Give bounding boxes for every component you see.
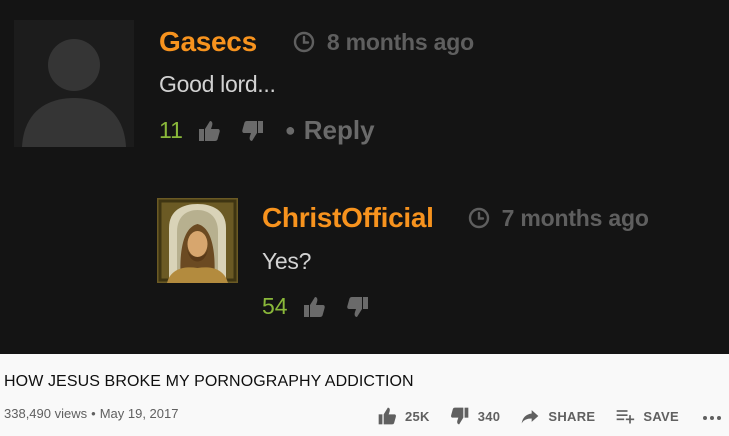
thumbs-down-icon[interactable] bbox=[241, 119, 265, 143]
dislike-count: 340 bbox=[477, 408, 501, 424]
jesus-portrait-icon bbox=[157, 198, 238, 283]
share-arrow-icon bbox=[520, 406, 540, 426]
username[interactable]: ChristOfficial bbox=[262, 202, 434, 234]
comment-thread: Gasecs 8 months ago Good lord... 11 ● Re… bbox=[0, 0, 729, 354]
share-button[interactable]: SHARE bbox=[520, 406, 595, 426]
comment-header: ChristOfficial 7 months ago bbox=[262, 202, 722, 234]
thumbs-down-icon[interactable] bbox=[346, 295, 370, 319]
avatar[interactable] bbox=[14, 20, 134, 147]
avatar[interactable] bbox=[157, 198, 238, 283]
thumbs-up-icon[interactable] bbox=[197, 119, 221, 143]
like-count: 54 bbox=[262, 293, 288, 319]
comment-actions: 54 bbox=[262, 293, 722, 320]
more-actions-icon[interactable] bbox=[701, 406, 723, 426]
timestamp-text: 7 months ago bbox=[501, 204, 649, 231]
thumbs-up-icon[interactable] bbox=[302, 295, 326, 319]
save-button[interactable]: SAVE bbox=[615, 406, 679, 426]
timestamp: 7 months ago bbox=[468, 205, 649, 232]
thumbs-up-icon bbox=[377, 406, 397, 426]
playlist-add-icon bbox=[615, 406, 635, 426]
like-button[interactable]: 25K bbox=[377, 406, 430, 426]
meta-separator: • bbox=[91, 406, 96, 421]
thumbs-down-icon bbox=[450, 406, 470, 426]
reply-button[interactable]: Reply bbox=[304, 115, 375, 146]
like-count: 25K bbox=[405, 408, 430, 424]
separator-dot: ● bbox=[284, 120, 296, 140]
default-user-icon bbox=[14, 20, 134, 147]
comment-text: Yes? bbox=[262, 248, 312, 274]
video-info: HOW JESUS BROKE MY PORNOGRAPHY ADDICTION… bbox=[0, 354, 729, 436]
comment-body: Gasecs 8 months ago Good lord... 11 ● Re… bbox=[159, 26, 719, 146]
save-label: SAVE bbox=[643, 408, 679, 424]
share-label: SHARE bbox=[548, 408, 596, 424]
like-count: 11 bbox=[159, 117, 183, 143]
timestamp-text: 8 months ago bbox=[326, 28, 474, 55]
dislike-button[interactable]: 340 bbox=[450, 406, 501, 426]
timestamp: 8 months ago bbox=[293, 29, 474, 56]
upload-date: May 19, 2017 bbox=[99, 406, 179, 421]
comment-text: Good lord... bbox=[159, 71, 276, 97]
video-actions: 25K 340 SHARE SAVE bbox=[377, 406, 723, 426]
video-title: HOW JESUS BROKE MY PORNOGRAPHY ADDICTION bbox=[4, 373, 414, 390]
comment-actions: 11 ● Reply bbox=[159, 115, 719, 146]
comment-header: Gasecs 8 months ago bbox=[159, 26, 719, 58]
clock-icon bbox=[293, 31, 315, 53]
video-meta: 338,490 views • May 19, 2017 bbox=[4, 406, 178, 421]
comment-body: ChristOfficial 7 months ago Yes? 54 bbox=[262, 202, 722, 320]
clock-icon bbox=[468, 207, 490, 229]
username[interactable]: Gasecs bbox=[159, 26, 257, 58]
view-count: 338,490 views bbox=[4, 406, 88, 421]
